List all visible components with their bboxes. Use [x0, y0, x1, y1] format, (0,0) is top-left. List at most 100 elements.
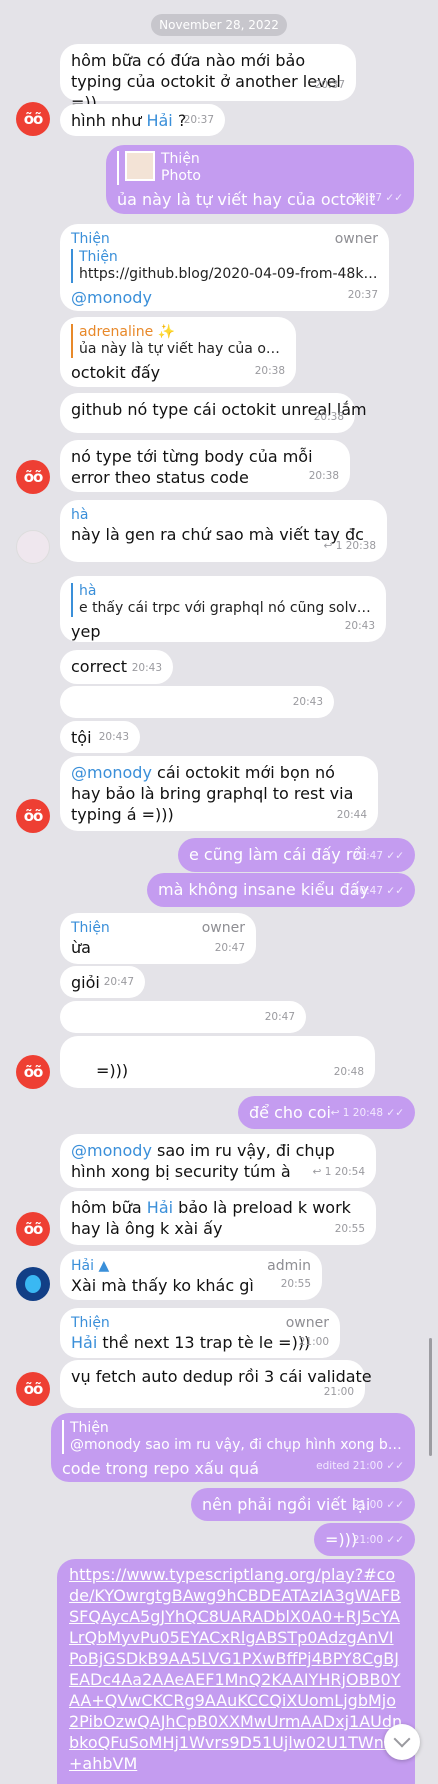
avatar[interactable]: õõ [16, 799, 50, 833]
reply-quote[interactable]: adrenaline ✨ ủa này là tự viết hay của o… [71, 324, 285, 358]
message-bubble-outgoing[interactable]: mà không insane kiểu đấy 20:47 ✓✓ [147, 873, 415, 907]
message-time: 20:48 [333, 1066, 364, 1078]
reply-count: 1 [342, 1107, 350, 1119]
scroll-to-bottom-button[interactable] [384, 1724, 420, 1760]
message-bubble[interactable]: @monody sao im ru vậy, đi chụp hình xong… [60, 1134, 376, 1188]
message-bubble[interactable]: =))) 20:48 [60, 1036, 375, 1088]
message-bubble-outgoing[interactable]: https://www.typescriptlang.org/play?#cod… [57, 1559, 415, 1784]
message-time: 20:47 [264, 1011, 295, 1023]
message-bubble[interactable]: hà này là gen ra chứ sao mà viết tay đc … [60, 500, 387, 562]
avatar[interactable]: õõ [16, 1372, 50, 1406]
message-bubble[interactable]: github nó type cái octokit unreal lắm 20… [60, 393, 367, 433]
message-bubble[interactable]: hôm bữa Hải bảo là preload k work hay là… [60, 1191, 376, 1245]
scrollbar-thumb[interactable] [429, 1338, 432, 1456]
message-bubble[interactable]: Thiện owner Hải thề next 13 trap tè le =… [60, 1308, 340, 1358]
message-bubble[interactable]: adrenaline ✨ ủa này là tự viết hay của o… [60, 317, 296, 387]
double-check-icon: ✓✓ [386, 1534, 404, 1546]
user-mention[interactable]: Hải [71, 1333, 97, 1352]
message-bubble-outgoing[interactable]: e cũng làm cái đấy rồi 20:47 ✓✓ [178, 838, 415, 872]
double-check-icon: ✓✓ [386, 850, 404, 862]
reply-arrow-icon[interactable]: ↩ [324, 540, 333, 552]
quote-text: ủa này là tự viết hay của octokit [79, 341, 285, 357]
reply-count: 1 [335, 540, 343, 552]
message-text: yep [71, 622, 101, 641]
message-time: 20:38 [313, 411, 344, 423]
message-text: hôm bữa có đứa nào mới bảo typing của oc… [71, 51, 341, 112]
message-bubble[interactable]: correct 20:43 [60, 650, 173, 684]
message-bubble[interactable]: 20:43 [60, 686, 334, 718]
message-text: ủa này là tự viết hay của octokit [117, 190, 376, 209]
message-text: octokit đấy [71, 363, 161, 382]
quote-sender: adrenaline ✨ [79, 324, 176, 340]
reply-arrow-icon[interactable]: ↩ [313, 1166, 322, 1178]
message-bubble-outgoing[interactable]: =))) 21:00 ✓✓ [314, 1523, 415, 1556]
reply-quote[interactable]: hà e thấy cái trpc với graphql nó cũng s… [71, 583, 375, 617]
message-text: nó type tới từng body của mỗi error theo… [71, 447, 313, 487]
reply-quote[interactable]: Thiện https://github.blog/2020-04-09-fro… [71, 249, 378, 283]
message-text: code trong repo xấu quá [62, 1459, 260, 1478]
message-time: ↩ 1 20:38 [323, 540, 376, 552]
message-text: =))) [96, 1061, 129, 1080]
message-bubble-outgoing[interactable]: để cho coi ↩ 1 20:48 ✓✓ [238, 1096, 415, 1129]
reply-arrow-icon[interactable]: ↩ [331, 1107, 340, 1119]
message-text: hình như Hải ? [71, 111, 187, 130]
message-bubble[interactable]: hình như Hải ? 20:37 [60, 104, 225, 136]
message-time: ↩ 1 20:54 [312, 1166, 365, 1178]
message-time: 20:43 [344, 620, 375, 632]
message-text: nên phải ngồi viết lại [202, 1495, 371, 1514]
message-text: @monody sao im ru vậy, đi chụp hình xong… [71, 1141, 335, 1181]
owner-badge: owner [334, 231, 378, 247]
message-bubble[interactable]: vụ fetch auto dedup rồi 3 cái validate 2… [60, 1360, 372, 1408]
avatar[interactable]: õõ [16, 102, 50, 136]
message-bubble[interactable]: 20:47 [60, 1001, 306, 1033]
reply-count: 1 [324, 1166, 332, 1178]
message-time: 20:55 [280, 1278, 311, 1290]
user-mention[interactable]: @monody [71, 288, 152, 307]
double-check-icon: ✓✓ [386, 1460, 404, 1472]
message-text: e cũng làm cái đấy rồi [189, 845, 367, 864]
message-bubble[interactable]: hà e thấy cái trpc với graphql nó cũng s… [60, 576, 386, 642]
message-time: 21:00 [298, 1336, 329, 1348]
message-time: 21:00 ✓✓ [352, 1499, 404, 1511]
user-mention[interactable]: @monody [71, 763, 152, 782]
sender-name[interactable]: hà [71, 506, 376, 524]
message-bubble-outgoing[interactable]: Thiện Photo ủa này là tự viết hay của oc… [106, 145, 414, 214]
avatar[interactable] [16, 1267, 50, 1301]
message-time: 20:43 [98, 731, 129, 743]
message-bubble[interactable]: Hải ▲ admin Xài mà thấy ko khác gì 20:55 [60, 1251, 322, 1300]
message-text: tội [71, 728, 92, 747]
playground-link[interactable]: https://www.typescriptlang.org/play?#cod… [69, 1565, 402, 1773]
user-mention[interactable]: Hải [146, 111, 172, 130]
user-mention[interactable]: Hải [147, 1198, 173, 1217]
message-bubble[interactable]: tội 20:43 [60, 721, 140, 753]
avatar[interactable]: õõ [16, 1055, 50, 1089]
message-text: mà không insane kiểu đấy [158, 880, 370, 899]
message-bubble[interactable]: hôm bữa có đứa nào mới bảo typing của oc… [60, 44, 356, 112]
user-mention[interactable]: @monody [71, 1141, 152, 1160]
message-bubble[interactable]: @monody cái octokit mới bọn nó hay bảo l… [60, 756, 378, 831]
message-time: 20:37 [183, 114, 214, 126]
message-time: ↩ 1 20:48 ✓✓ [330, 1107, 404, 1119]
reply-quote[interactable]: Thiện @monody sao im ru vậy, đi chụp hìn… [62, 1420, 404, 1454]
message-time: 20:37 [347, 289, 378, 301]
message-bubble[interactable]: Thiện owner ừa 20:47 [60, 913, 256, 964]
avatar[interactable]: õõ [16, 1212, 50, 1246]
message-time: 20:44 [336, 809, 367, 821]
message-bubble[interactable]: Thiện owner Thiện https://github.blog/20… [60, 224, 389, 311]
message-bubble[interactable]: nó type tới từng body của mỗi error theo… [60, 440, 350, 492]
message-text: ừa [71, 938, 91, 957]
reply-quote[interactable]: Thiện Photo [117, 151, 403, 185]
quote-sender: Thiện [70, 1420, 109, 1436]
message-bubble[interactable]: giỏi 20:47 [60, 966, 145, 998]
double-check-icon: ✓✓ [386, 1499, 404, 1511]
avatar[interactable]: õõ [16, 460, 50, 494]
message-text: để cho coi [249, 1103, 331, 1122]
message-time: 20:37 ✓✓ [351, 192, 403, 204]
avatar[interactable] [16, 530, 50, 564]
owner-badge: owner [285, 1315, 329, 1331]
sender-name[interactable]: Thiện [71, 230, 378, 248]
message-bubble-outgoing[interactable]: Thiện @monody sao im ru vậy, đi chụp hìn… [51, 1413, 415, 1482]
message-bubble-outgoing[interactable]: nên phải ngồi viết lại 21:00 ✓✓ [191, 1488, 415, 1521]
chat-view[interactable]: November 28, 2022 hôm bữa có đứa nào mới… [0, 0, 438, 1784]
message-time: 21:00 ✓✓ [352, 1534, 404, 1546]
